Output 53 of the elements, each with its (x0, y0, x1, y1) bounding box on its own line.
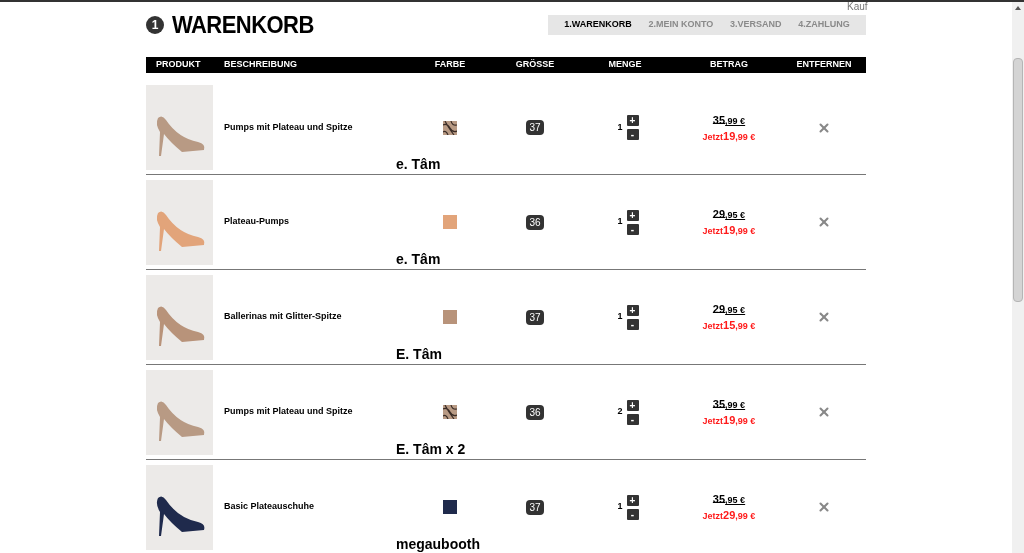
quantity-value: 1 (617, 215, 623, 229)
increase-button[interactable]: + (626, 494, 639, 506)
product-description: Ballerinas mit Glitter-Spitze (224, 310, 343, 324)
remove-icon[interactable] (817, 120, 831, 135)
column-header: BETRAG (709, 58, 749, 72)
sale-price: Jetzt29,99 € (702, 508, 756, 523)
size-badge: 36 (526, 214, 544, 230)
sale-price: Jetzt19,99 € (702, 413, 756, 428)
annotation-text: e. Tâm (396, 156, 441, 172)
scroll-up-icon[interactable] (1015, 6, 1021, 10)
product-description: Pumps mit Plateau und Spitze (224, 120, 354, 134)
column-header: MENGE (607, 58, 643, 72)
quantity-value: 1 (617, 310, 623, 324)
scrollbar-thumb[interactable] (1013, 58, 1023, 302)
product-description: Pumps mit Plateau und Spitze (224, 405, 354, 419)
column-header: ENTFERNEN (795, 58, 853, 72)
column-header: BESCHREIBUNG (224, 58, 298, 72)
size-badge: 37 (526, 120, 544, 135)
decrease-button[interactable]: - (626, 129, 639, 140)
quantity-value: 1 (617, 120, 623, 134)
increase-button[interactable]: + (626, 304, 639, 316)
decrease-button[interactable]: - (626, 508, 639, 520)
remove-icon[interactable] (817, 500, 831, 514)
remove-icon[interactable] (817, 405, 831, 419)
increase-button[interactable]: + (626, 115, 639, 126)
sale-price: Jetzt19,99 € (702, 128, 756, 144)
size-badge: 37 (526, 309, 544, 325)
increase-button[interactable]: + (626, 399, 639, 411)
decrease-button[interactable]: - (626, 318, 639, 330)
product-description: Plateau-Pumps (224, 215, 291, 229)
step-number-badge: 1 (146, 15, 164, 34)
column-header: FARBE (433, 58, 467, 72)
sale-price: Jetzt15,99 € (702, 318, 756, 333)
remove-icon[interactable] (817, 310, 831, 324)
top-link[interactable]: Kauf (847, 2, 868, 12)
size-badge: 37 (526, 499, 544, 515)
column-header: GRÖSSE (514, 58, 556, 72)
annotation-text: megaubooth (396, 536, 480, 552)
increase-button[interactable]: + (626, 209, 639, 221)
annotation-text: e. Tâm (396, 251, 441, 267)
sale-price: Jetzt19,99 € (702, 223, 756, 238)
product-description: Basic Plateauschuhe (224, 500, 316, 514)
decrease-button[interactable]: - (626, 223, 639, 235)
annotation-text: E. Tâm (396, 346, 442, 362)
page-title: WARENKORB (172, 9, 314, 41)
quantity-value: 2 (617, 405, 623, 419)
size-badge: 36 (526, 404, 544, 420)
remove-icon[interactable] (817, 215, 831, 229)
checkout-step[interactable]: 1.WARENKORB (564, 17, 632, 32)
annotation-text: E. Tâm x 2 (396, 441, 466, 457)
decrease-button[interactable]: - (626, 413, 639, 425)
quantity-value: 1 (617, 500, 623, 514)
column-header: PRODUKT (155, 58, 202, 72)
